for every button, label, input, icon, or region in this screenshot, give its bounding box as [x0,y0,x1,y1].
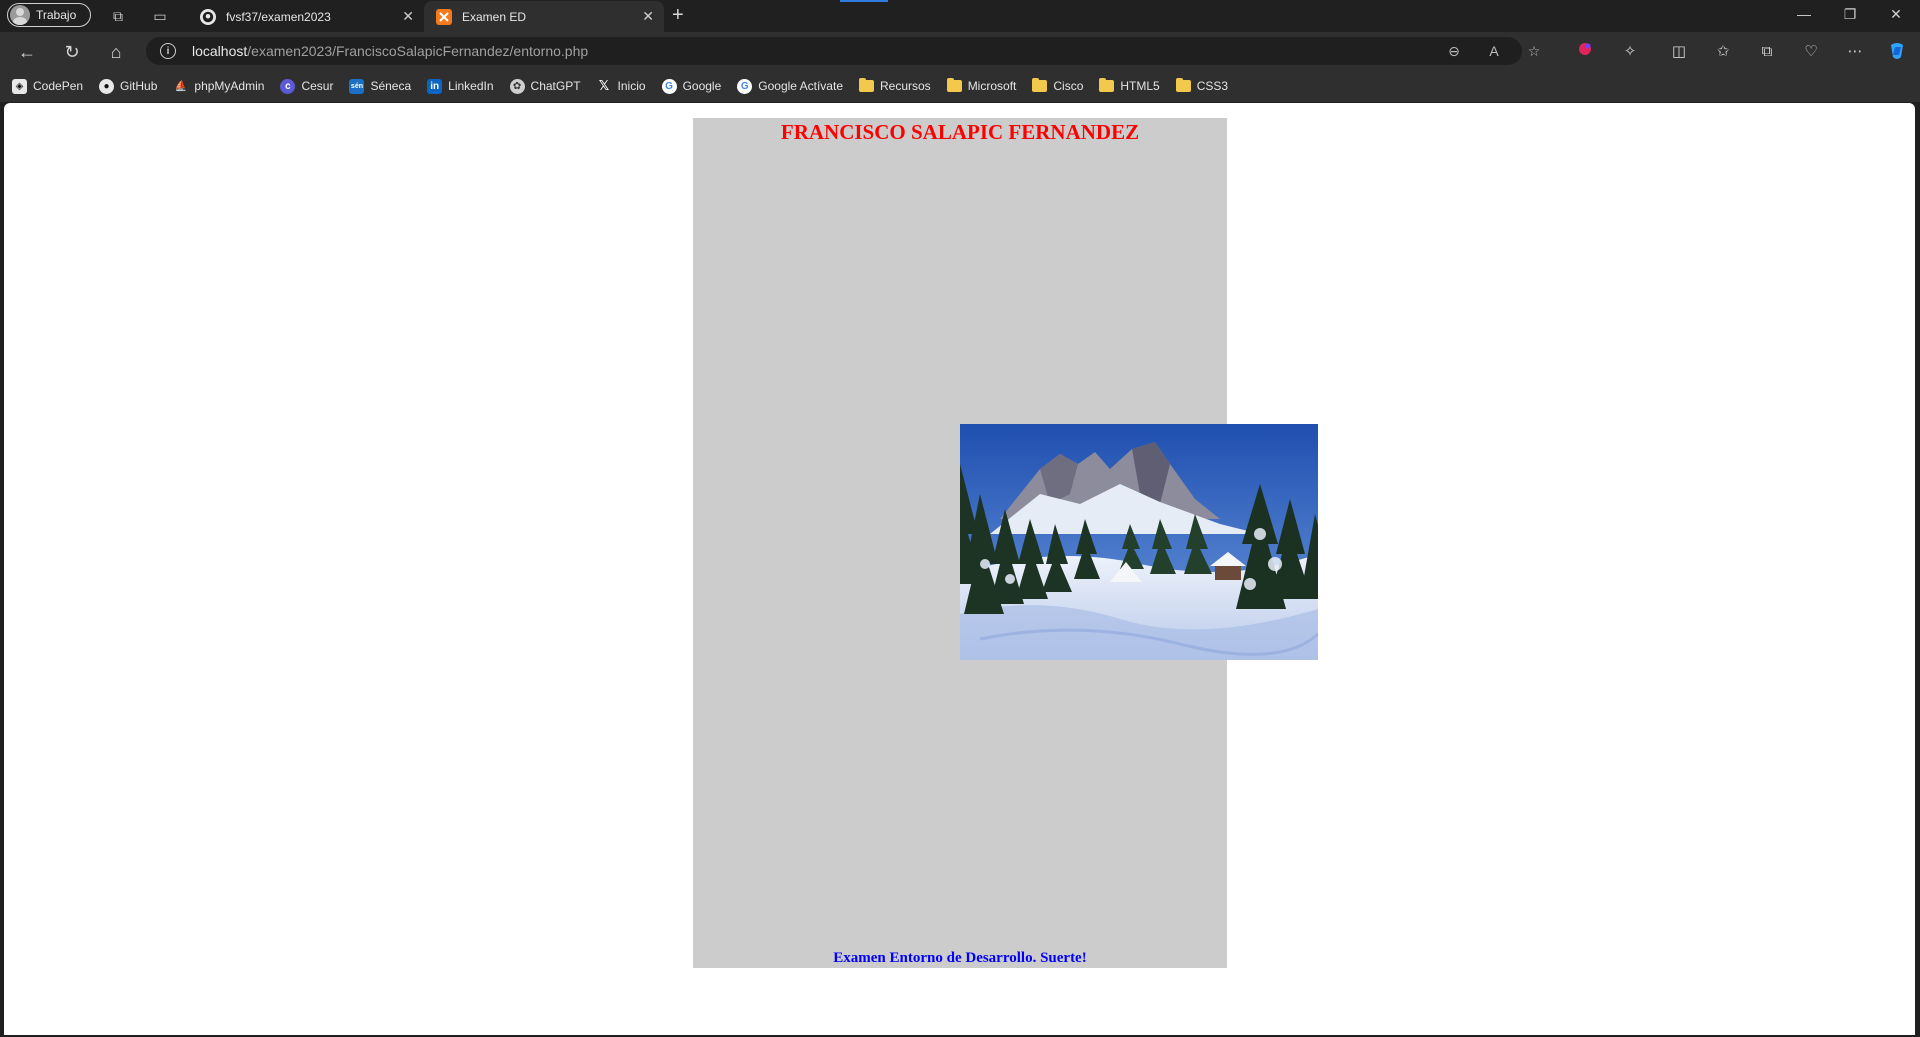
folder-icon [1032,78,1048,92]
google-icon: G [661,78,677,94]
folder-icon [1175,78,1191,92]
close-window-icon[interactable]: ✕ [1886,6,1906,23]
bookmark-label: ChatGPT [530,79,581,93]
bookmark-codepen[interactable]: ◈ CodePen [12,78,84,94]
tab-examen-ed[interactable]: Examen ED ✕ [424,1,664,32]
workspaces-icon[interactable]: ⧉ [108,6,128,26]
bookmark-folder-microsoft[interactable]: Microsoft [946,78,1017,93]
address-bar[interactable]: i localhost/examen2023/FranciscoSalapicF… [146,37,1540,65]
extension-color-icon[interactable] [1574,41,1596,63]
minimize-icon[interactable]: — [1794,6,1814,22]
url-text[interactable]: localhost/examen2023/FranciscoSalapicFer… [192,43,588,59]
bookmarks-bar: ◈ CodePen ● GitHub ⛵ phpMyAdmin c Cesur … [0,70,1920,102]
page-title: FRANCISCO SALAPIC FERNANDEZ [780,120,1140,144]
tab-github[interactable]: fvsf37/examen2023 ✕ [188,1,424,32]
extensions-icon[interactable]: ✧ [1619,41,1641,63]
bookmark-phpmyadmin[interactable]: ⛵ phpMyAdmin [173,79,265,94]
page-viewport: FRANCISCO SALAPIC FERNANDEZ Examen Entor… [4,103,1915,1035]
bookmark-label: Recursos [880,79,931,93]
close-icon[interactable]: ✕ [402,8,414,25]
bookmark-linkedin[interactable]: in LinkedIn [427,78,494,94]
x-icon: 𝕏 [598,78,610,93]
folder-icon [859,78,874,92]
bookmark-folder-html5[interactable]: HTML5 [1099,78,1160,93]
avatar-icon [10,5,30,25]
tab-title: Examen ED [462,9,527,24]
bookmark-google[interactable]: G Google [661,78,722,94]
close-icon[interactable]: ✕ [642,8,654,25]
folder-icon [946,78,962,92]
restore-icon[interactable]: ❐ [1840,6,1860,23]
codepen-icon: ◈ [12,78,27,94]
chatgpt-icon: ✿ [509,78,525,94]
bookmark-label: phpMyAdmin [194,79,265,93]
title-bar: Trabajo ⧉ ▭ fvsf37/examen2023 ✕ Examen E… [0,0,1920,32]
seneca-icon: sén [349,78,365,94]
tab-title: fvsf37/examen2023 [226,9,331,24]
bookmark-label: CSS3 [1196,79,1229,93]
bookmark-label: HTML5 [1120,79,1160,93]
bookmark-label: Google [682,79,722,93]
bookmark-seneca[interactable]: sén Séneca [349,78,412,94]
url-host: localhost [192,43,248,59]
folder-icon [1099,78,1115,92]
bookmark-chatgpt[interactable]: ✿ ChatGPT [509,78,581,94]
bookmark-inicio[interactable]: 𝕏 Inicio [597,78,646,94]
bookmark-folder-recursos[interactable]: Recursos [859,78,931,93]
xampp-icon [436,8,452,25]
site-info-icon[interactable]: i [160,43,176,59]
bookmark-label: Cisco [1053,79,1084,93]
bookmark-github[interactable]: ● GitHub [99,78,158,94]
bookmark-label: LinkedIn [448,79,494,93]
github-icon [200,8,216,25]
bookmark-folder-css3[interactable]: CSS3 [1175,78,1229,93]
collections-icon[interactable]: ⧉ [1756,41,1778,63]
url-path: /examen2023/FranciscoSalapicFernandez/en… [247,43,589,59]
bookmark-label: Inicio [617,79,646,93]
profile-button[interactable]: Trabajo [7,3,91,27]
google-icon: G [737,78,753,94]
github-icon: ● [99,78,115,94]
bookmark-label: GitHub [120,79,158,93]
favorites-icon[interactable]: ✩ [1712,41,1734,63]
back-icon[interactable]: ← [16,41,38,63]
more-menu-icon[interactable]: ⋯ [1844,41,1866,63]
profile-label: Trabajo [36,8,77,22]
bookmark-label: Google Actívate [758,79,843,93]
bookmark-google-activate[interactable]: G Google Actívate [737,78,843,94]
home-icon[interactable]: ⌂ [105,41,127,63]
split-screen-icon[interactable]: ◫ [1668,41,1690,63]
reload-icon[interactable]: ↻ [61,41,83,63]
bookmark-cesur[interactable]: c Cesur [280,78,334,94]
linkedin-icon: in [427,78,443,94]
bookmark-label: Cesur [301,79,334,93]
tab-actions-icon[interactable]: ▭ [150,6,170,26]
bookmark-label: Séneca [370,79,412,93]
indicator-bar [840,0,888,2]
bookmark-label: Microsoft [967,79,1017,93]
bookmark-label: CodePen [33,79,84,93]
phpmyadmin-icon: ⛵ [174,80,188,92]
cesur-icon: c [280,78,296,94]
browser-essentials-icon[interactable]: ♡ [1800,41,1822,63]
read-aloud-icon[interactable]: A [1484,43,1504,59]
favorite-star-icon[interactable]: ☆ [1524,43,1544,60]
zoom-icon[interactable]: ⊖ [1444,43,1464,60]
new-tab-icon[interactable]: + [672,5,684,25]
footer-message: Examen Entorno de Desarrollo. Suerte! [833,950,1087,966]
copilot-icon[interactable] [1886,41,1908,63]
bookmark-folder-cisco[interactable]: Cisco [1032,78,1084,93]
snowy-mountain-image [960,424,1318,660]
